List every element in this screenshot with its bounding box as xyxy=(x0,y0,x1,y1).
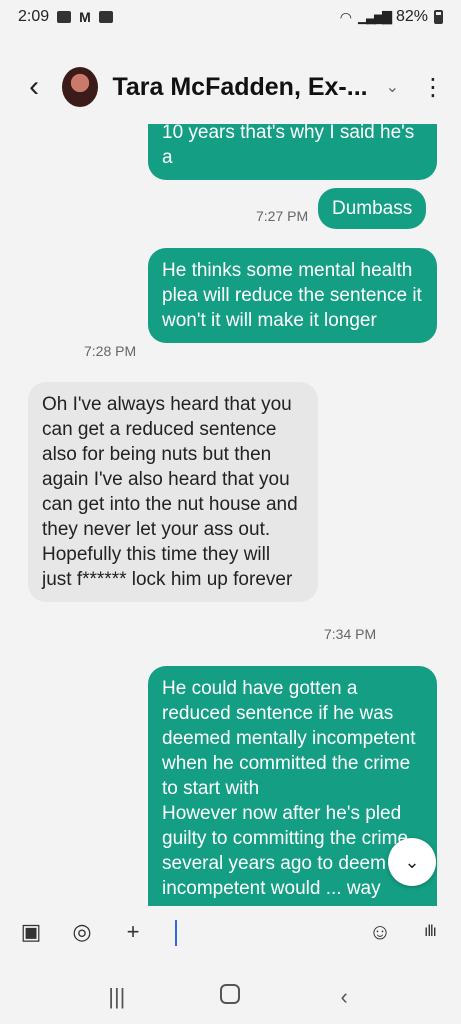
home-button[interactable] xyxy=(210,984,250,1010)
battery-level: 82% xyxy=(395,8,428,25)
message-sent[interactable]: 10 years that's why I said he's a xyxy=(148,124,437,180)
text-cursor xyxy=(175,920,177,946)
message-timestamp: 7:27 PM xyxy=(256,208,309,224)
contact-avatar[interactable] xyxy=(62,67,99,107)
voice-input-icon[interactable]: ıllı xyxy=(417,919,443,945)
message-list[interactable]: 10 years that's why I said he's a Dumbas… xyxy=(0,124,461,906)
gmail-notification-icon: M xyxy=(79,9,91,25)
app-notification-icon xyxy=(98,11,113,23)
gallery-icon[interactable]: ▣ xyxy=(18,919,44,945)
camera-icon[interactable]: ◎ xyxy=(69,919,95,945)
add-icon[interactable]: + xyxy=(120,919,146,945)
message-received[interactable]: Oh I've always heard that you can get a … xyxy=(28,382,318,602)
status-bar: 2:09 M ◠ ▁▃▅▇ 82% xyxy=(0,0,461,34)
message-timestamp: 7:28 PM xyxy=(84,343,137,359)
compose-right: ☺ ıllı xyxy=(367,919,443,945)
status-time: 2:09 xyxy=(18,8,50,25)
chevron-down-icon[interactable]: ⌄ xyxy=(386,77,399,97)
message-timestamp: 7:34 PM xyxy=(324,626,377,642)
message-input[interactable] xyxy=(171,917,367,947)
more-options-icon[interactable]: ⋮ xyxy=(421,73,445,102)
back-icon[interactable]: ‹ xyxy=(324,984,364,1010)
conversation-header: ‹ Tara McFadden, Ex-... ⌄ ⋮ xyxy=(0,56,461,118)
navigation-bar: ||| ‹ xyxy=(0,970,461,1024)
wifi-icon: ◠ xyxy=(339,8,352,25)
home-icon xyxy=(220,984,241,1004)
message-sent[interactable]: He thinks some mental health plea will r… xyxy=(148,248,437,343)
signal-icon: ▁▃▅▇ xyxy=(357,9,392,24)
back-arrow-icon[interactable]: ‹ xyxy=(16,70,52,104)
battery-icon xyxy=(434,10,443,24)
scroll-to-bottom-button[interactable]: ⌄ xyxy=(388,838,436,886)
emoji-icon[interactable]: ☺ xyxy=(367,919,393,945)
gallery-notification-icon xyxy=(57,11,72,23)
status-left: 2:09 M xyxy=(18,8,113,26)
status-right: ◠ ▁▃▅▇ 82% xyxy=(340,8,443,26)
recent-apps-icon[interactable]: ||| xyxy=(97,984,137,1010)
contact-name[interactable]: Tara McFadden, Ex-... xyxy=(112,73,367,102)
message-sent[interactable]: Dumbass xyxy=(318,188,427,229)
compose-bar: ▣ ◎ + ☺ ıllı xyxy=(0,906,461,958)
chevron-down-icon: ⌄ xyxy=(404,851,420,872)
